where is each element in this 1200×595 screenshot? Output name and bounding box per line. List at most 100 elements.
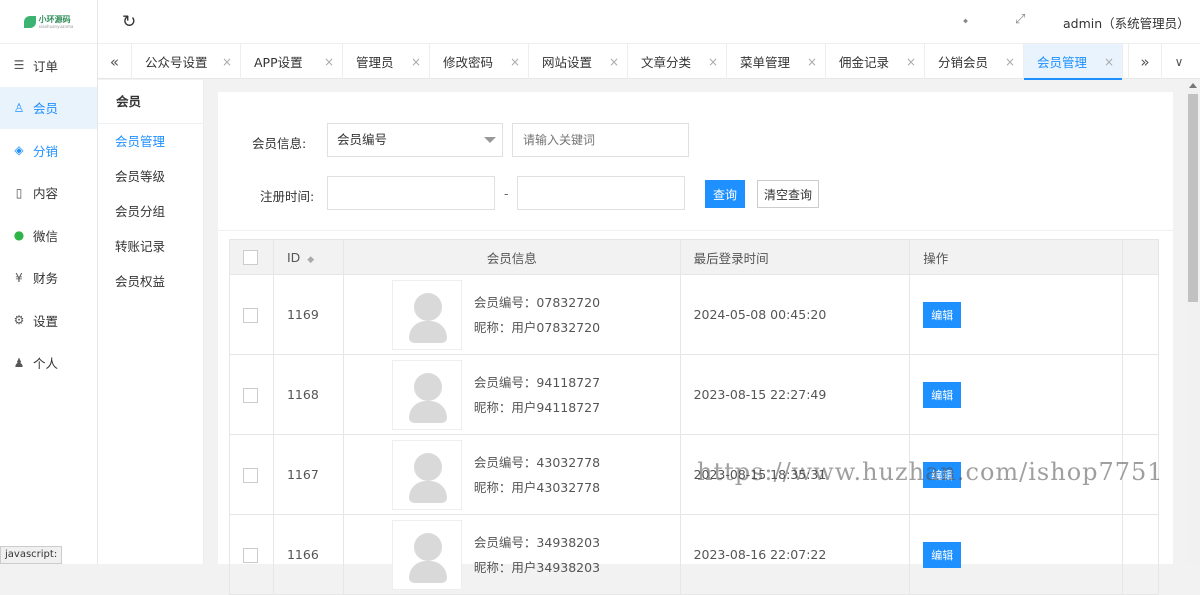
subnav-item-member-level[interactable]: 会员等级 (98, 159, 203, 194)
main-content: 会员信息: 会员编号 注册时间: - 查询 清空查询 ID◆ 会员信息 最后登录… (218, 92, 1173, 595)
member-id: 1166 (272, 514, 344, 595)
member-nickname: 昵称：用户43032778 (473, 479, 601, 495)
sidebar-item-members[interactable]: ♙ 会员 (0, 86, 97, 129)
select-all-checkbox[interactable] (243, 250, 258, 265)
row-checkbox[interactable] (243, 387, 258, 403)
tab-official-account[interactable]: 公众号设置 × (132, 44, 241, 79)
table-row: 1168 会员编号：94118727 昵称：用户94118727 2023-08-… (229, 354, 1159, 435)
chevron-down-icon[interactable]: ∨ (1162, 44, 1196, 79)
sidebar-item-finance[interactable]: ¥ 财务 (0, 257, 97, 300)
row-checkbox[interactable] (243, 467, 258, 483)
date-range-separator: - (504, 186, 509, 201)
sidebar-item-orders[interactable]: ☰ 订单 (0, 44, 97, 87)
reg-start-date-input[interactable] (327, 176, 495, 210)
reg-time-label: 注册时间: (260, 189, 315, 204)
fullscreen-icon[interactable]: ⤢ (1015, 12, 1025, 27)
layers-icon: ◈ (14, 143, 24, 158)
yen-icon: ¥ (15, 270, 23, 285)
gear-icon: ⚙ (13, 313, 25, 328)
close-icon[interactable]: × (708, 55, 718, 69)
avatar (391, 279, 462, 350)
member-id: 1168 (272, 354, 344, 435)
tabs-scroll-right-icon[interactable]: » (1128, 44, 1162, 79)
close-icon[interactable]: × (1104, 55, 1114, 69)
user-menu[interactable]: admin（系统管理员） (1063, 13, 1190, 32)
sidebar-item-wechat[interactable]: ● 微信 (0, 214, 97, 257)
scrollbar-thumb[interactable] (1188, 94, 1198, 302)
sidebar-item-settings[interactable]: ⚙ 设置 (0, 299, 97, 342)
tab-member-management[interactable]: 会员管理 × (1024, 44, 1123, 80)
sidebar-item-content[interactable]: ▯ 内容 (0, 172, 97, 215)
logo[interactable]: 小环源码 xiaohuanyuanma (0, 0, 97, 44)
sidebar-item-distribution[interactable]: ◈ 分销 (0, 129, 97, 172)
logo-text: 小环源码 (38, 14, 71, 24)
status-bar: javascript: (0, 546, 63, 564)
close-icon[interactable]: × (324, 55, 334, 69)
edit-button[interactable]: 编辑 (923, 381, 962, 408)
user-icon: ♙ (13, 100, 25, 115)
scroll-up-icon[interactable] (1189, 83, 1197, 88)
top-header: ↻ ⬩ ⤢ admin（系统管理员） (98, 0, 1200, 44)
close-icon[interactable]: × (510, 55, 520, 69)
tab-app-settings[interactable]: APP设置 × (241, 44, 343, 79)
reg-end-date-input[interactable] (517, 176, 685, 210)
tab-article-categories[interactable]: 文章分类 × (628, 44, 727, 79)
id-header[interactable]: ID ◆ (272, 239, 344, 275)
vertical-scrollbar[interactable] (1186, 80, 1200, 564)
avatar (391, 519, 462, 590)
tab-admins[interactable]: 管理员 × (343, 44, 430, 79)
member-code: 会员编号：34938203 (473, 534, 601, 550)
member-id: 1167 (272, 434, 344, 515)
sort-icon[interactable]: ◆ (307, 255, 314, 265)
chevron-down-icon (484, 137, 496, 143)
person-icon: ♟ (13, 355, 25, 370)
subnav-title: 会员 (98, 80, 203, 124)
member-nickname: 昵称：用户94118727 (473, 399, 601, 415)
member-code: 会员编号：94118727 (473, 374, 601, 390)
member-info-label: 会员信息: (252, 136, 307, 151)
spacer-header (1122, 239, 1159, 275)
logo-subtext: xiaohuanyuanma (38, 23, 74, 29)
close-icon[interactable]: × (411, 55, 421, 69)
last-login-time: 2023-08-15 18:35:31 (679, 434, 911, 515)
divider (218, 230, 1173, 231)
sidebar-item-personal[interactable]: ♟ 个人 (0, 342, 97, 385)
tab-distribution-members[interactable]: 分销会员 × (925, 44, 1024, 79)
subnav-item-transfer-records[interactable]: 转账记录 (98, 229, 203, 264)
member-nickname: 昵称：用户07832720 (473, 319, 601, 335)
subnav-item-member-management[interactable]: 会员管理 (98, 124, 203, 159)
last-login-time: 2023-08-15 22:27:49 (679, 354, 911, 435)
tab-commission-records[interactable]: 佣金记录 × (826, 44, 925, 79)
row-checkbox[interactable] (243, 307, 258, 323)
close-icon[interactable]: × (1005, 55, 1015, 69)
keyword-input[interactable] (512, 123, 689, 157)
edit-button[interactable]: 编辑 (923, 301, 962, 328)
refresh-icon[interactable]: ↻ (122, 12, 136, 32)
tab-change-password[interactable]: 修改密码 × (430, 44, 529, 79)
member-id: 1169 (272, 274, 344, 355)
tab-bar: « 公众号设置 × APP设置 × 管理员 × 修改密码 × 网站设置 × 文章分类 × 菜… (98, 44, 1200, 80)
tabs-scroll-left-icon[interactable]: « (98, 44, 132, 79)
tab-menu-management[interactable]: 菜单管理 × (727, 44, 826, 79)
clear-search-button[interactable]: 清空查询 (757, 180, 819, 208)
close-icon[interactable]: × (807, 55, 817, 69)
action-header: 操作 (909, 239, 1123, 275)
member-table: ID ◆ 会员信息 最后登录时间 操作 1169 会员编号：07832720 昵称：… (229, 239, 1159, 595)
subnav-item-member-benefits[interactable]: 会员权益 (98, 264, 203, 299)
edit-button[interactable]: 编辑 (923, 461, 962, 488)
close-icon[interactable]: × (222, 55, 232, 69)
table-row: 1166 会员编号：34938203 昵称：用户34938203 2023-08-… (229, 514, 1159, 595)
search-button[interactable]: 查询 (705, 180, 745, 208)
close-icon[interactable]: × (609, 55, 619, 69)
select-all-cell (229, 239, 274, 275)
subnav-item-member-group[interactable]: 会员分组 (98, 194, 203, 229)
close-icon[interactable]: × (906, 55, 916, 69)
last-login-header: 最后登录时间 (679, 239, 911, 275)
book-icon: ▯ (15, 185, 23, 200)
sub-navigation: 会员 会员管理 会员等级 会员分组 转账记录 会员权益 (98, 80, 204, 564)
avatar (391, 359, 462, 430)
tag-icon[interactable]: ⬩ (963, 13, 968, 29)
tab-site-settings[interactable]: 网站设置 × (529, 44, 628, 79)
row-checkbox[interactable] (243, 547, 258, 563)
member-info-select[interactable]: 会员编号 (327, 123, 503, 157)
